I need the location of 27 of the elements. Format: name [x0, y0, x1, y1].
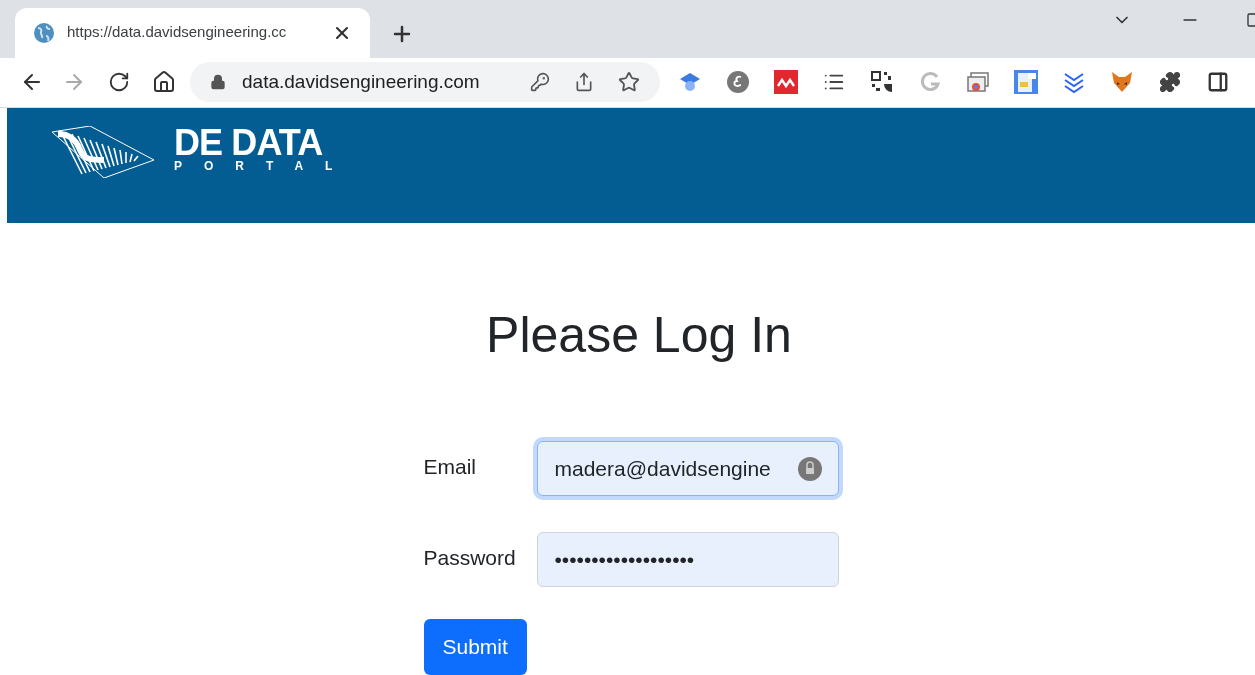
input-field[interactable]: •••••••••••••••••••: [536, 532, 839, 587]
submit-button[interactable]: Submit: [423, 619, 527, 675]
document-icon[interactable]: [1014, 70, 1038, 95]
lock-icon[interactable]: [797, 456, 822, 481]
page-heading: Please Log In: [486, 306, 792, 365]
globe-icon: [33, 21, 55, 44]
puzzle-icon[interactable]: [1158, 70, 1182, 95]
zigzag-tile-icon[interactable]: [774, 70, 798, 95]
qr-code-icon[interactable]: [870, 70, 894, 95]
chevrons-icon[interactable]: [1062, 70, 1086, 95]
logo-icon: [52, 126, 154, 178]
letter-icon[interactable]: [726, 70, 750, 95]
home-icon[interactable]: [152, 70, 176, 95]
windows-icon[interactable]: [966, 70, 990, 95]
key-icon[interactable]: [530, 72, 550, 93]
browser-tab[interactable]: https://data.davidsengineering.cc: [15, 7, 370, 58]
logo-subtitle: PORTAL: [174, 160, 355, 172]
lock-icon: [210, 74, 226, 91]
address-bar[interactable]: data.davidsengineering.com: [190, 62, 660, 103]
logo-title: DE DATA: [174, 126, 323, 160]
star-icon[interactable]: [618, 71, 640, 94]
share-icon[interactable]: [574, 72, 594, 93]
field-label: Email: [423, 454, 477, 480]
field-label: Password: [423, 545, 517, 571]
address-text: data.davidsengineering.com: [242, 70, 481, 95]
tab-title: https://data.davidsengineering.cc: [67, 22, 288, 43]
reload-icon[interactable]: [108, 71, 130, 94]
